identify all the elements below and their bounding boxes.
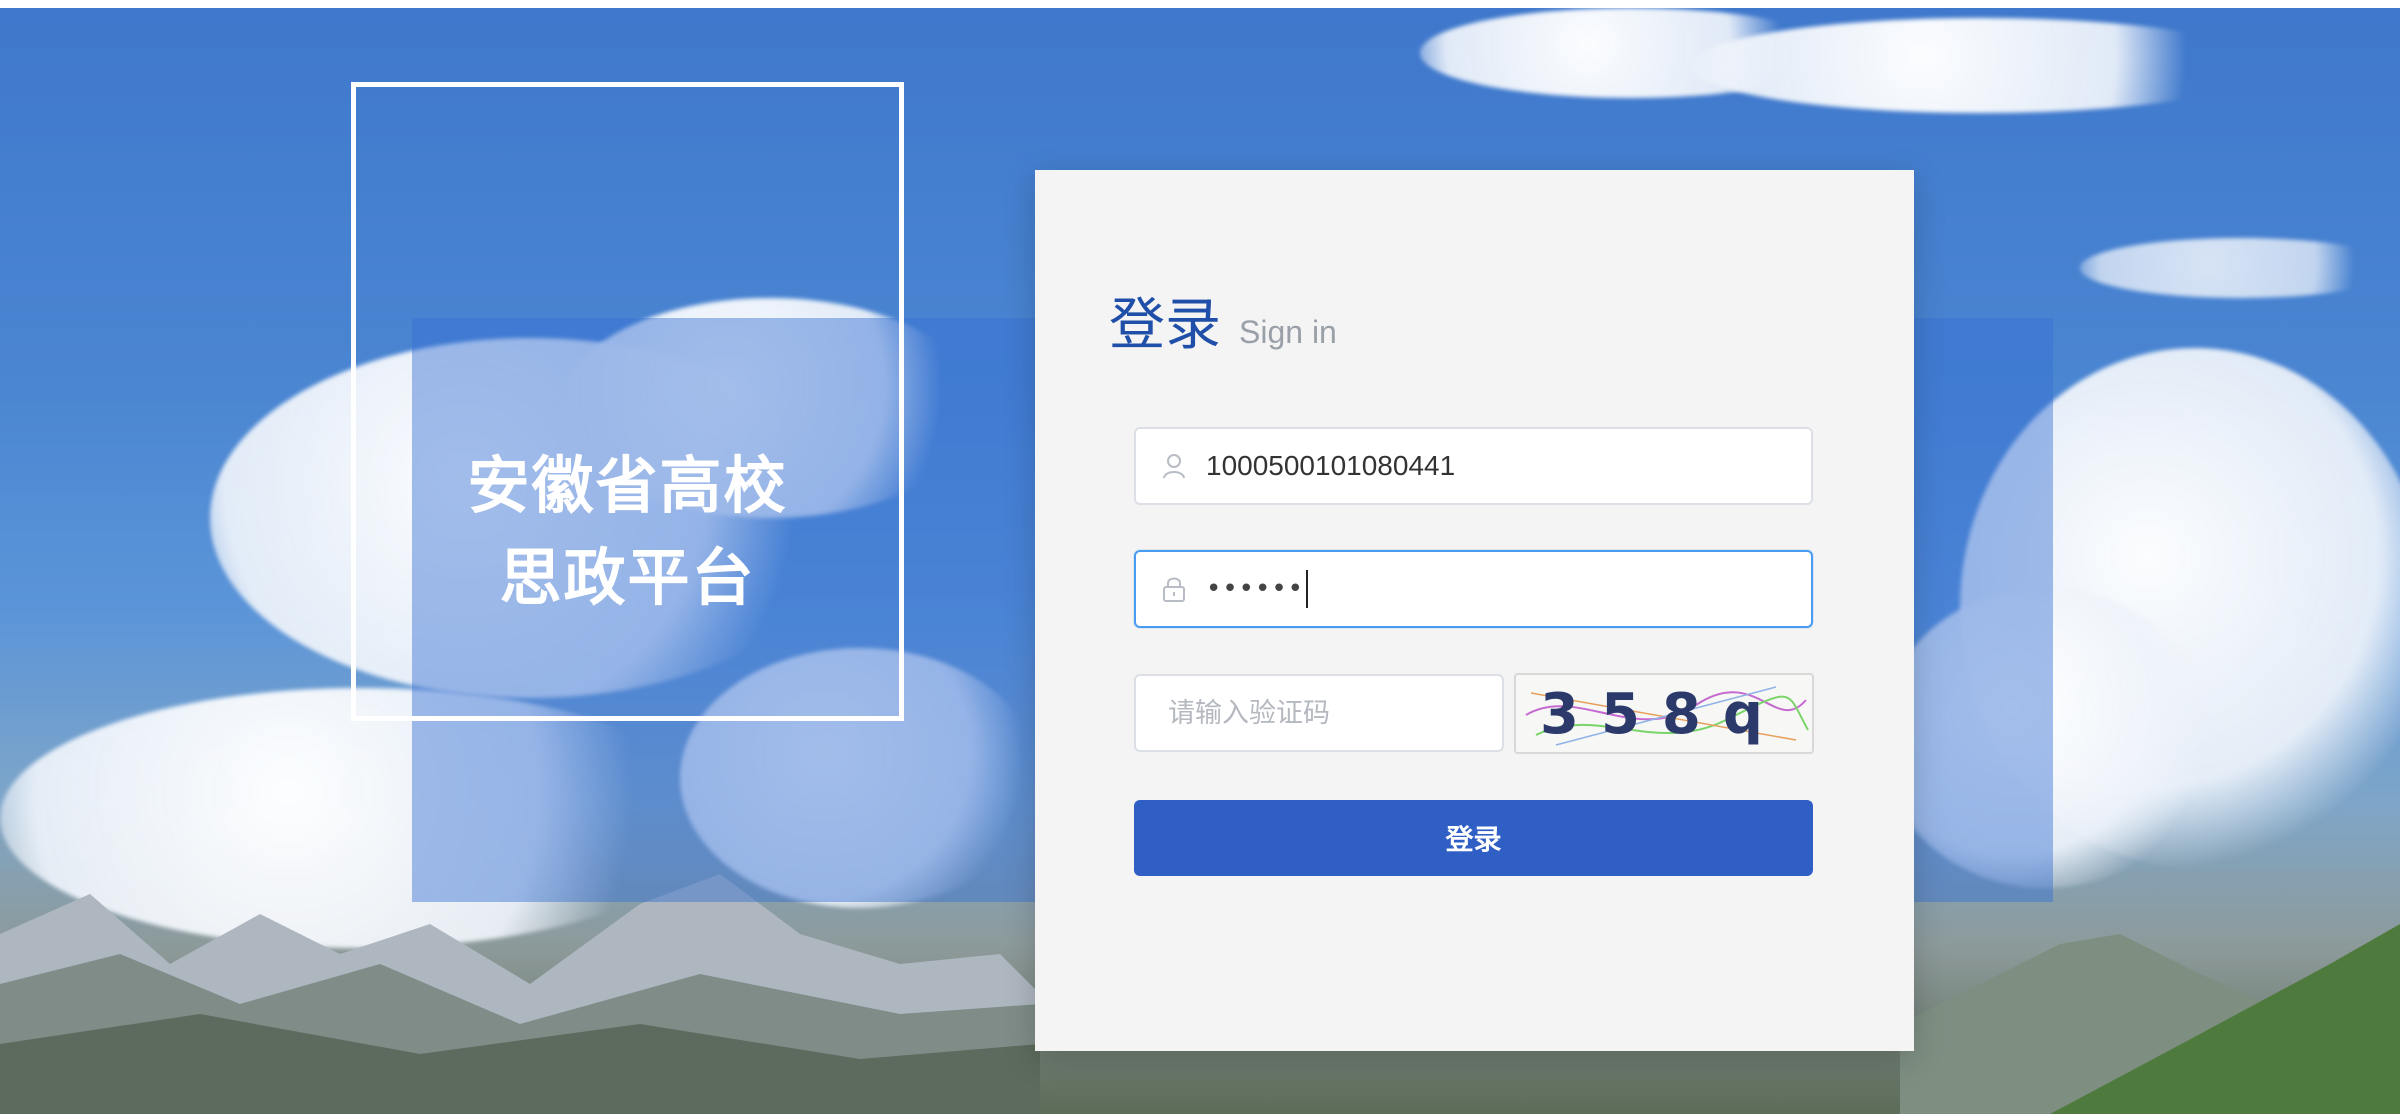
username-value[interactable]: 1000500101080441: [1206, 450, 1455, 482]
captcha-image[interactable]: 358q: [1514, 673, 1814, 754]
login-title: 登录: [1109, 293, 1221, 358]
password-value[interactable]: ••••••: [1206, 570, 1309, 608]
platform-title: 安徽省高校 思政平台: [351, 440, 904, 624]
login-button[interactable]: 登录: [1134, 800, 1813, 876]
cloud: [2080, 238, 2400, 298]
lock-icon: [1156, 571, 1192, 607]
platform-title-line2: 思政平台: [499, 541, 756, 614]
username-field[interactable]: 1000500101080441: [1134, 427, 1813, 505]
password-field[interactable]: ••••••: [1134, 550, 1813, 628]
login-heading: 登录 Sign in: [1109, 288, 1337, 358]
captcha-input[interactable]: [1134, 674, 1504, 752]
platform-title-line1: 安徽省高校: [467, 449, 788, 522]
text-caret: [1306, 570, 1309, 608]
password-mask: ••••••: [1206, 574, 1305, 604]
login-subtitle: Sign in: [1239, 314, 1337, 350]
login-card: 登录 Sign in 1000500101080441 •••••• 请输入验证…: [1035, 170, 1914, 1051]
cloud: [1690, 18, 2270, 113]
captcha-text: 358q: [1540, 682, 1785, 747]
user-icon: [1156, 448, 1192, 484]
brand-frame: [351, 82, 904, 721]
